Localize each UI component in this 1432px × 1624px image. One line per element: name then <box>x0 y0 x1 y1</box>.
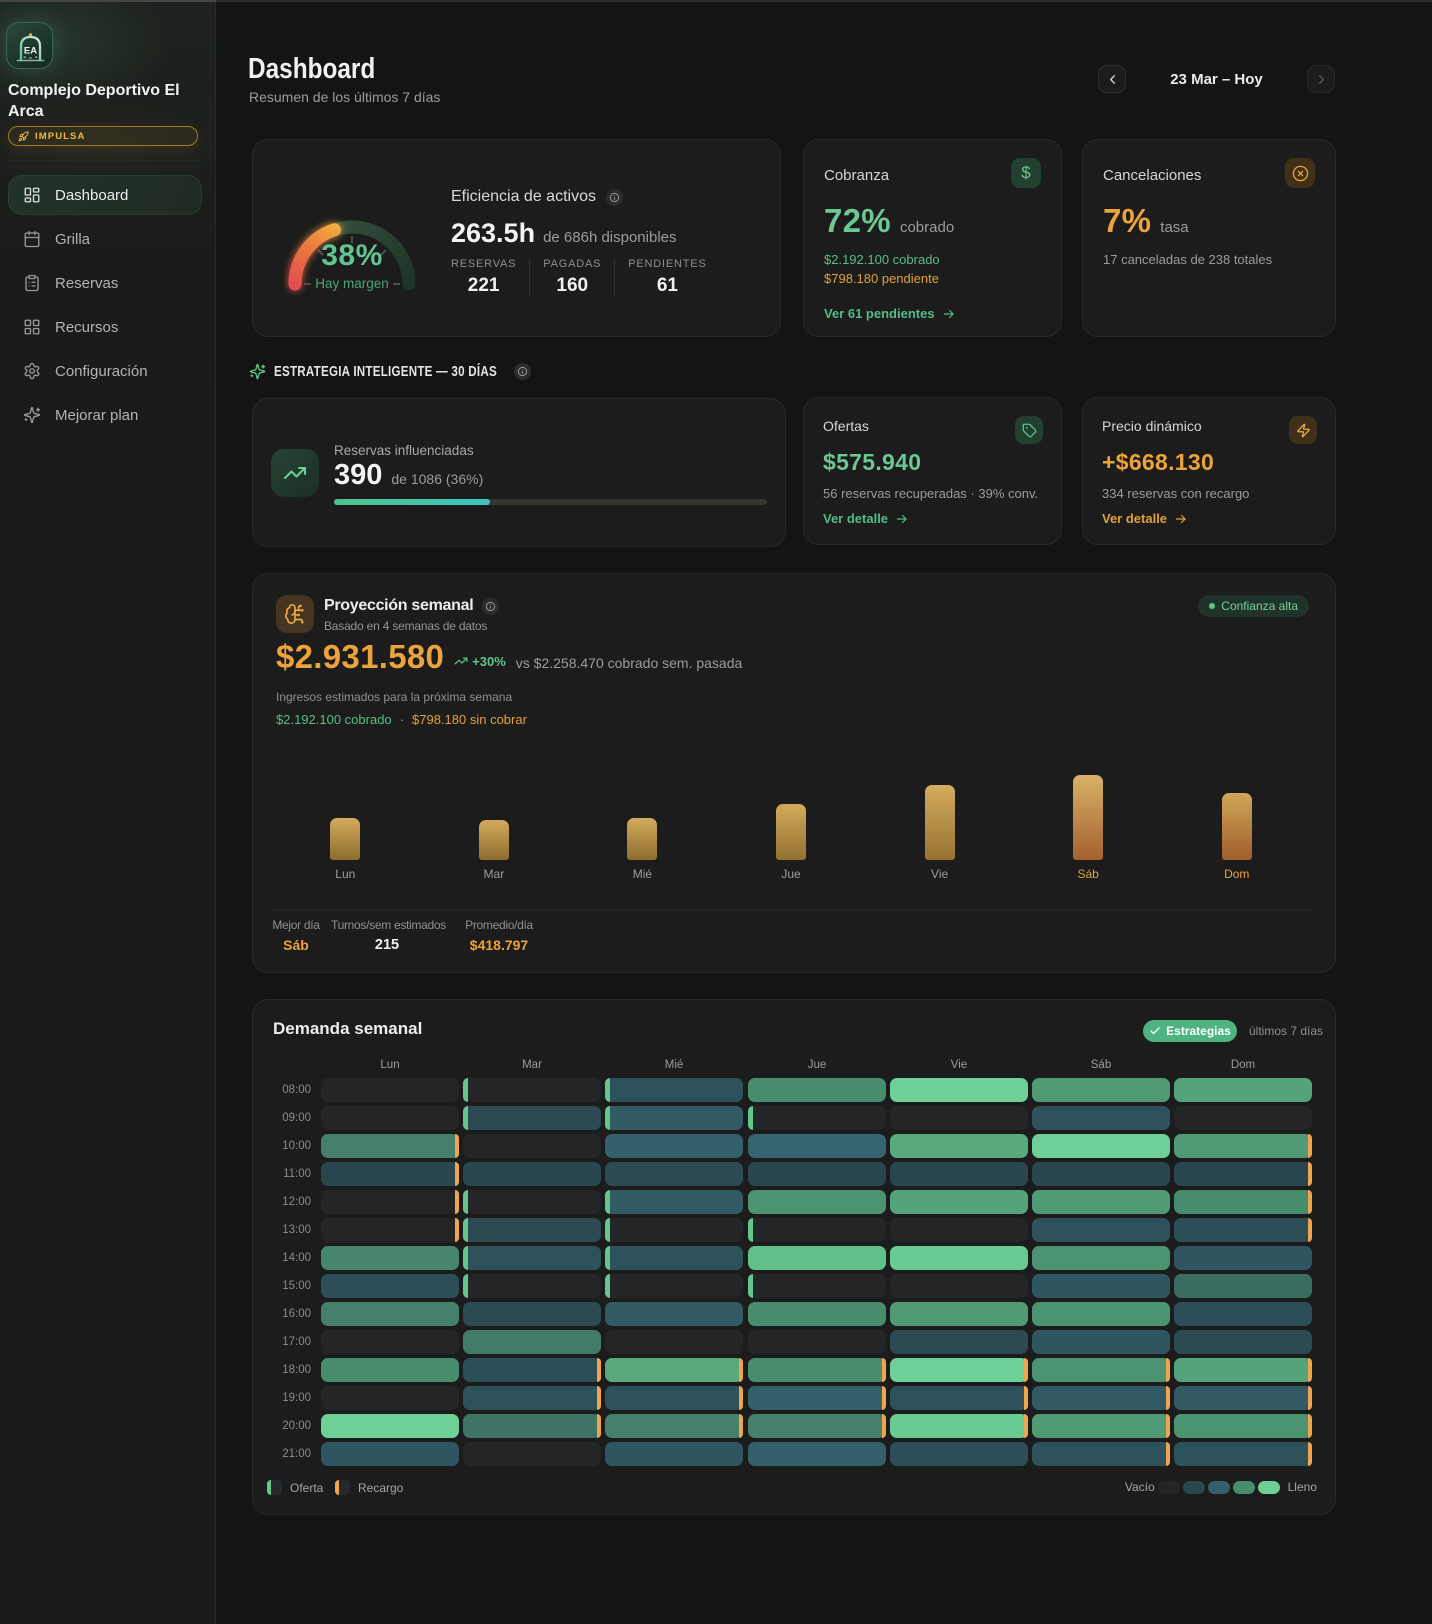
svg-text:EA: EA <box>24 46 37 57</box>
